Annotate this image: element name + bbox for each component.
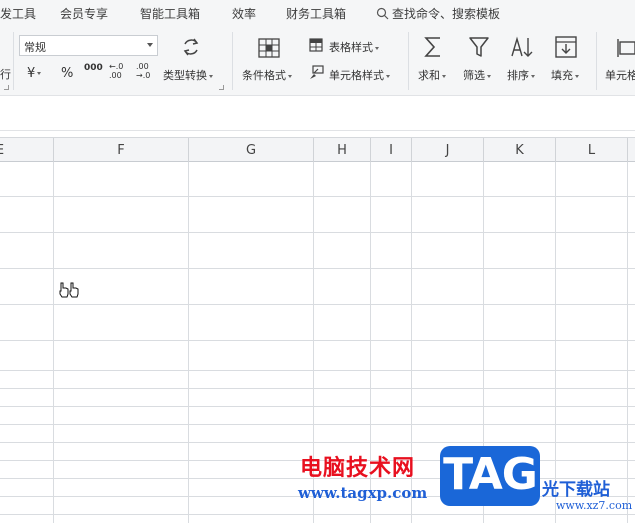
tab-member[interactable]: 会员专享 <box>60 5 108 22</box>
chevron-down-icon <box>531 74 535 78</box>
sort-button[interactable]: 排序 <box>507 67 535 83</box>
chevron-down-icon <box>442 74 446 78</box>
fill-label: 填充 <box>551 69 573 82</box>
sum-button[interactable]: 求和 <box>418 67 446 83</box>
grid-line <box>0 304 635 305</box>
grid-line <box>0 388 635 389</box>
chevron-down-icon <box>375 46 379 50</box>
currency-symbol: ¥ <box>27 66 36 81</box>
type-convert-label: 类型转换 <box>163 69 207 82</box>
grid-line <box>0 268 635 269</box>
fill-button[interactable]: 填充 <box>551 67 579 83</box>
search-icon <box>376 7 389 20</box>
watermark-right-text: 光下载站 <box>542 480 610 500</box>
grid-line <box>0 442 635 443</box>
sum-label: 求和 <box>418 69 440 82</box>
grid-line <box>53 162 54 523</box>
formula-bar[interactable] <box>0 97 635 131</box>
number-format-value: 常规 <box>24 41 46 54</box>
chevron-down-icon <box>147 43 153 47</box>
column-divider[interactable] <box>627 138 628 162</box>
percent-button[interactable]: % <box>61 66 73 81</box>
table-style-icon <box>309 38 323 52</box>
group-launcher-icon[interactable] <box>4 85 9 90</box>
conditional-format-label: 条件格式 <box>242 69 286 82</box>
sort-icon <box>511 36 533 57</box>
tab-efficiency[interactable]: 效率 <box>232 5 256 22</box>
column-header-bar: E F G H I J K L <box>0 137 635 162</box>
sum-icon <box>424 37 440 57</box>
column-header-j[interactable]: J <box>412 143 483 158</box>
type-convert-button[interactable]: 类型转换 <box>163 67 213 83</box>
cell-style-button[interactable]: 单元格样式 <box>329 67 390 83</box>
increase-decimal-button[interactable]: ←.0 .00 <box>109 62 129 80</box>
hand-cursor-icon <box>59 282 79 298</box>
cell-style-label: 单元格样式 <box>329 69 384 82</box>
filter-icon <box>469 37 489 57</box>
chevron-down-icon <box>575 74 579 78</box>
column-header-f[interactable]: F <box>54 143 188 158</box>
cell-style-icon <box>310 65 324 79</box>
grid-line <box>0 406 635 407</box>
column-header-g[interactable]: G <box>189 143 313 158</box>
filter-label: 筛选 <box>463 69 485 82</box>
cell-button[interactable]: 单元格 <box>605 67 635 83</box>
menu-bar: 发工具 会员专享 智能工具箱 效率 财务工具箱 查找命令、搜索模板 <box>0 0 635 26</box>
ribbon-separator <box>408 32 409 90</box>
grid-line <box>0 370 635 371</box>
column-header-i[interactable]: I <box>371 143 411 158</box>
column-header-e[interactable]: E <box>0 143 6 158</box>
command-search-label: 查找命令、搜索模板 <box>392 7 501 21</box>
table-style-button[interactable]: 表格样式 <box>329 39 379 55</box>
grid-line <box>188 162 189 523</box>
sort-label: 排序 <box>507 69 529 82</box>
grid-line <box>0 424 635 425</box>
number-format-select[interactable]: 常规 <box>19 35 158 56</box>
watermark-site-name: 电脑技术网 <box>300 456 416 481</box>
ribbon-separator <box>13 32 14 90</box>
cell-icon <box>617 39 635 57</box>
tab-finance-toolbox[interactable]: 财务工具箱 <box>286 5 346 22</box>
table-style-label: 表格样式 <box>329 41 373 54</box>
ribbon-separator <box>232 32 233 90</box>
column-header-l[interactable]: L <box>556 143 627 158</box>
fill-icon <box>555 36 577 58</box>
currency-button[interactable]: ¥ <box>27 66 42 81</box>
conditional-format-icon <box>258 38 280 58</box>
chevron-down-icon <box>487 74 491 78</box>
grid-line <box>555 162 556 523</box>
tab-developer-tools[interactable]: 发工具 <box>0 5 36 22</box>
grid-line <box>0 196 635 197</box>
watermark-url: www.tagxp.com <box>298 484 428 502</box>
thousands-separator-button[interactable]: 000 <box>84 63 103 73</box>
column-header-h[interactable]: H <box>314 143 370 158</box>
watermark-right-url: www.xz7.com <box>556 499 633 512</box>
chevron-down-icon <box>386 74 390 78</box>
chevron-down-icon <box>288 74 292 78</box>
command-search[interactable]: 查找命令、搜索模板 <box>376 5 500 22</box>
chevron-down-icon <box>209 74 213 78</box>
ribbon-separator <box>596 32 597 90</box>
watermark-logo: TAG <box>440 446 540 506</box>
grid-line <box>627 162 628 523</box>
watermark-logo-text: TAG <box>443 449 538 500</box>
filter-button[interactable]: 筛选 <box>463 67 491 83</box>
grid-line <box>0 232 635 233</box>
ribbon-toolbar: 行 常规 ¥ % 000 ←.0 .00 .00 →.0 类型转换 条件格式 表… <box>0 26 635 96</box>
column-header-k[interactable]: K <box>484 143 555 158</box>
grid-line <box>0 514 635 515</box>
group-launcher-icon[interactable] <box>219 85 224 90</box>
decrease-decimal-button[interactable]: .00 →.0 <box>136 62 156 80</box>
grid-line <box>0 340 635 341</box>
type-convert-icon <box>183 38 199 56</box>
ribbon-left-edge-label: 行 <box>0 68 11 81</box>
tab-smart-toolbox[interactable]: 智能工具箱 <box>140 5 200 22</box>
conditional-format-button[interactable]: 条件格式 <box>242 67 292 83</box>
chevron-down-icon <box>37 72 42 75</box>
